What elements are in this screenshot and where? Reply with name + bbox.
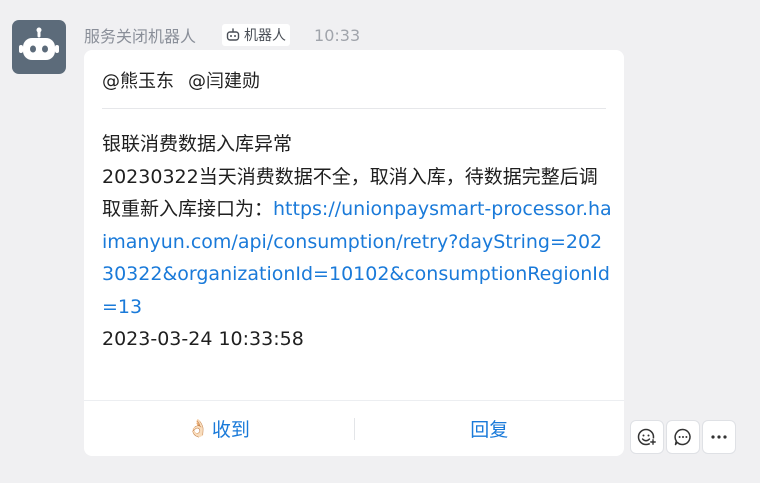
message-card: @熊玉东 @闫建勋 银联消费数据入库异常 20230322当天消费数据不全，取消… [84, 50, 624, 456]
message-header: 服务关闭机器人 机器人 10:33 [84, 23, 360, 47]
message-title-line: 银联消费数据入库异常 [102, 133, 293, 155]
ok-hand-icon: 👌🏻 [187, 418, 209, 439]
received-button-label: 收到 [211, 419, 250, 441]
robot-tag-icon [226, 28, 240, 41]
message-content: 20230322当天消费数据不全，取消入库，待数据完整后调取重新入库接口为：ht… [102, 161, 612, 324]
sender-name[interactable]: 服务关闭机器人 [84, 23, 196, 47]
received-button[interactable]: 👌🏻 收到 [84, 401, 354, 456]
mention-list: @熊玉东 @闫建勋 [102, 67, 260, 93]
message-time: 10:33 [314, 25, 361, 45]
mention-user[interactable]: @熊玉东 [102, 67, 174, 93]
bot-tag: 机器人 [222, 24, 291, 46]
message-toolbar [630, 420, 736, 454]
emoji-reaction-button[interactable] [630, 420, 664, 454]
more-icon [711, 435, 727, 439]
message-timestamp: 2023-03-24 10:33:58 [102, 328, 304, 350]
comment-icon [674, 428, 691, 446]
mention-user[interactable]: @闫建勋 [188, 67, 260, 93]
comment-button[interactable] [666, 420, 700, 454]
more-button[interactable] [702, 420, 736, 454]
emoji-reaction-icon [637, 428, 657, 446]
divider [102, 108, 606, 109]
robot-icon [19, 27, 59, 60]
message-body: 银联消费数据入库异常 20230322当天消费数据不全，取消入库，待数据完整后调… [102, 128, 612, 356]
bot-avatar[interactable] [12, 20, 66, 74]
card-actions: 👌🏻 收到 回复 [84, 400, 624, 456]
bot-tag-label: 机器人 [244, 28, 287, 44]
reply-button-label: 回复 [470, 419, 509, 441]
reply-button[interactable]: 回复 [355, 401, 625, 456]
